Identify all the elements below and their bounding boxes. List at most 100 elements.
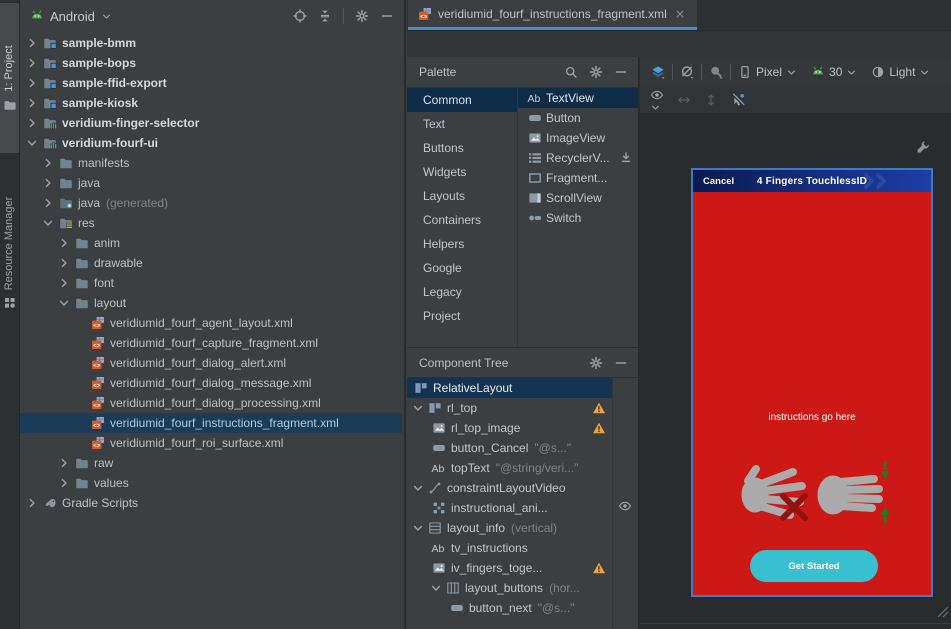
project-tree-row[interactable]: manifests bbox=[20, 153, 402, 173]
chevron-right-icon[interactable] bbox=[24, 76, 40, 90]
project-tree-row[interactable]: <>veridiumid_fourf_dialog_processing.xml bbox=[20, 393, 402, 413]
close-tab-icon[interactable] bbox=[673, 7, 687, 21]
chevron-right-icon[interactable] bbox=[56, 236, 72, 250]
preview-cancel-button[interactable]: Cancel bbox=[703, 176, 734, 187]
palette-category-project[interactable]: Project bbox=[407, 304, 517, 328]
design-surface-selector[interactable] bbox=[644, 65, 672, 79]
project-tree-row[interactable]: sample-kiosk bbox=[20, 93, 402, 113]
gear-icon[interactable] bbox=[589, 65, 603, 79]
project-tree-row[interactable]: anim bbox=[20, 233, 402, 253]
project-tree-row[interactable]: font bbox=[20, 273, 402, 293]
project-tree-row[interactable]: layout bbox=[20, 293, 402, 313]
project-tree-row[interactable]: Gradle Scripts bbox=[20, 493, 402, 513]
project-tree-row[interactable]: raw bbox=[20, 453, 402, 473]
palette-category-google[interactable]: Google bbox=[407, 256, 517, 280]
minimize-icon[interactable] bbox=[614, 65, 628, 79]
chevron-down-icon[interactable] bbox=[411, 481, 425, 495]
component-tree-row[interactable]: iv_fingers_toge... bbox=[407, 558, 612, 578]
chevron-right-icon[interactable] bbox=[24, 116, 40, 130]
component-tree-row[interactable]: constraintLayoutVideo bbox=[407, 478, 612, 498]
resize-grip[interactable] bbox=[934, 603, 949, 618]
project-tree-row[interactable]: <>veridiumid_fourf_capture_fragment.xml bbox=[20, 333, 402, 353]
palette-category-widgets[interactable]: Widgets bbox=[407, 160, 517, 184]
palette-item[interactable]: Switch bbox=[518, 208, 638, 228]
project-view-selector[interactable]: Android bbox=[50, 9, 95, 24]
project-tree-row[interactable]: <>veridiumid_fourf_agent_layout.xml bbox=[20, 313, 402, 333]
view-options[interactable] bbox=[650, 88, 664, 113]
hide-panel-icon[interactable] bbox=[380, 9, 394, 23]
palette-item[interactable]: ScrollView bbox=[518, 188, 638, 208]
chevron-down-icon[interactable] bbox=[40, 216, 56, 230]
palette-category-legacy[interactable]: Legacy bbox=[407, 280, 517, 304]
pointer-off-icon[interactable] bbox=[731, 93, 745, 107]
gear-icon[interactable] bbox=[589, 356, 603, 370]
minimize-icon[interactable] bbox=[614, 356, 628, 370]
vertical-resize-icon[interactable] bbox=[704, 93, 718, 107]
chevron-right-icon[interactable] bbox=[24, 96, 40, 110]
component-tree-row[interactable]: RelativeLayout bbox=[407, 378, 612, 398]
palette-category-common[interactable]: Common bbox=[407, 88, 517, 112]
project-tree-row[interactable]: sample-ffid-export bbox=[20, 73, 402, 93]
palette-item[interactable]: Button bbox=[518, 108, 638, 128]
chevron-right-icon[interactable] bbox=[56, 476, 72, 490]
visibility-eye-icon[interactable] bbox=[618, 499, 632, 513]
get-started-button[interactable]: Get Started bbox=[750, 550, 878, 582]
palette-category-containers[interactable]: Containers bbox=[407, 208, 517, 232]
horizontal-resize-icon[interactable] bbox=[677, 93, 691, 107]
project-tree-row[interactable]: <>veridiumid_fourf_roi_surface.xml bbox=[20, 433, 402, 453]
tool-window-button-project[interactable]: 1: Project bbox=[0, 3, 19, 153]
device-selector[interactable]: Pixel bbox=[731, 65, 804, 79]
orientation-selector[interactable] bbox=[673, 65, 701, 79]
chevron-right-icon[interactable] bbox=[56, 256, 72, 270]
chevron-right-icon[interactable] bbox=[56, 276, 72, 290]
component-tree-row[interactable]: button_Cancel"@s..." bbox=[407, 438, 612, 458]
project-tree-row[interactable]: veridium-fourf-ui bbox=[20, 133, 402, 153]
design-canvas[interactable]: Cancel 4 Fingers TouchlessID instruction… bbox=[640, 114, 951, 629]
project-tree-row[interactable]: java bbox=[20, 173, 402, 193]
palette-category-text[interactable]: Text bbox=[407, 112, 517, 136]
chevron-right-icon[interactable] bbox=[40, 156, 56, 170]
chevron-right-icon[interactable] bbox=[24, 36, 40, 50]
component-tree-row[interactable]: rl_top_image bbox=[407, 418, 612, 438]
project-tree-row[interactable]: values bbox=[20, 473, 402, 493]
chevron-right-icon[interactable] bbox=[40, 196, 56, 210]
palette-category-layouts[interactable]: Layouts bbox=[407, 184, 517, 208]
theme-selector[interactable]: Light bbox=[864, 65, 937, 79]
chevron-down-icon[interactable] bbox=[101, 11, 112, 22]
chevron-right-icon[interactable] bbox=[24, 496, 40, 510]
search-icon[interactable] bbox=[564, 65, 578, 79]
palette-category-buttons[interactable]: Buttons bbox=[407, 136, 517, 160]
chevron-down-icon[interactable] bbox=[56, 296, 72, 310]
settings-gear-icon[interactable] bbox=[355, 9, 369, 23]
palette-item[interactable]: ImageView bbox=[518, 128, 638, 148]
component-tree-row[interactable]: AbtopText"@string/veri..." bbox=[407, 458, 612, 478]
render-options-wrench-icon[interactable] bbox=[916, 140, 930, 154]
device-preview[interactable]: Cancel 4 Fingers TouchlessID instruction… bbox=[691, 168, 933, 597]
palette-item[interactable]: AbTextView bbox=[518, 88, 638, 108]
chevron-right-icon[interactable] bbox=[24, 56, 40, 70]
palette-item[interactable]: Fragment... bbox=[518, 168, 638, 188]
component-tree-row[interactable]: layout_buttons(hor... bbox=[407, 578, 612, 598]
project-tree-row[interactable]: sample-bmm bbox=[20, 33, 402, 53]
tool-window-button-resource-manager[interactable]: Resource Manager bbox=[0, 158, 19, 348]
chevron-right-icon[interactable] bbox=[56, 456, 72, 470]
project-tree-row[interactable]: drawable bbox=[20, 253, 402, 273]
project-tree-row[interactable]: <>veridiumid_fourf_dialog_alert.xml bbox=[20, 353, 402, 373]
project-tree-row[interactable]: sample-bops bbox=[20, 53, 402, 73]
chevron-down-icon[interactable] bbox=[411, 521, 425, 535]
download-icon[interactable] bbox=[619, 151, 638, 165]
project-tree-row[interactable]: res bbox=[20, 213, 402, 233]
project-tree-row[interactable]: <>veridiumid_fourf_instructions_fragment… bbox=[20, 413, 402, 433]
component-tree-row[interactable]: layout_info(vertical) bbox=[407, 518, 612, 538]
chevron-right-icon[interactable] bbox=[40, 176, 56, 190]
component-tree-row[interactable]: Abtv_instructions bbox=[407, 538, 612, 558]
editor-tab[interactable]: <> veridiumid_fourf_instructions_fragmen… bbox=[408, 0, 697, 30]
palette-item[interactable]: RecyclerV... bbox=[518, 148, 638, 168]
api-level-selector[interactable]: 30 bbox=[804, 65, 864, 79]
project-tree-row[interactable]: veridium-finger-selector bbox=[20, 113, 402, 133]
project-tree-row[interactable]: <>veridiumid_fourf_dialog_message.xml bbox=[20, 373, 402, 393]
component-tree-row[interactable]: button_next"@s..." bbox=[407, 598, 612, 618]
locate-file-icon[interactable] bbox=[293, 9, 307, 23]
palette-category-helpers[interactable]: Helpers bbox=[407, 232, 517, 256]
chevron-down-icon[interactable] bbox=[429, 581, 443, 595]
